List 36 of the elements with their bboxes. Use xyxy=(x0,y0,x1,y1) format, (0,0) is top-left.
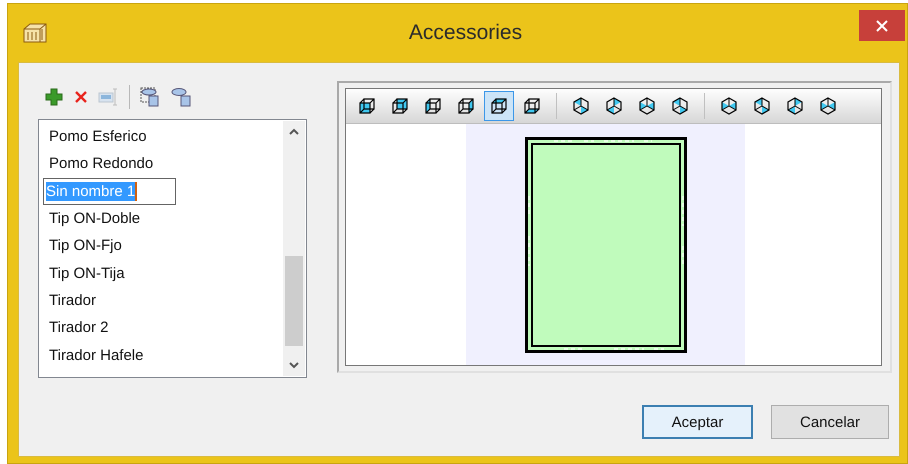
list-item[interactable]: Pomo Esferico xyxy=(43,123,306,150)
dialog-button[interactable]: Cancelar xyxy=(771,405,889,439)
close-button[interactable] xyxy=(859,10,905,41)
list-item[interactable]: Tirador 2 xyxy=(43,314,306,342)
list-item[interactable]: Tip ON-Tija xyxy=(43,259,306,287)
cube-icon xyxy=(489,96,509,116)
cube-view-icon xyxy=(637,96,657,116)
cube-view-icon xyxy=(719,96,739,116)
list-item[interactable]: Tip ON-Fjo xyxy=(43,232,306,260)
delete-icon[interactable] xyxy=(73,88,89,104)
cube-view-icon xyxy=(571,96,591,116)
add-icon[interactable] xyxy=(44,86,64,106)
cube-icon xyxy=(522,96,542,116)
cube-icon xyxy=(456,96,476,116)
cube-icon xyxy=(423,96,443,116)
scroll-down-icon[interactable] xyxy=(288,360,300,370)
window-title: Accessories xyxy=(408,21,524,45)
cube-icon xyxy=(390,96,410,116)
cube-view-icon xyxy=(604,96,624,116)
copy-icon[interactable] xyxy=(139,86,161,108)
cube-view-icon xyxy=(670,96,690,116)
cube-view-icon xyxy=(785,96,805,116)
list-item[interactable]: Tirador Hafele xyxy=(43,341,306,369)
list-item[interactable]: Tirador xyxy=(43,286,306,314)
list-item[interactable]: Tip ON-Doble xyxy=(43,204,306,232)
cube-view-icon xyxy=(818,96,838,116)
cube-view-icon xyxy=(752,96,772,116)
scrollbar[interactable] xyxy=(283,121,305,376)
list-item[interactable]: Pomo Redondo xyxy=(43,150,306,178)
cube-icon xyxy=(357,96,377,116)
scroll-thumb[interactable] xyxy=(285,256,303,346)
dialog-button[interactable]: Aceptar xyxy=(642,405,753,439)
view-button[interactable] xyxy=(484,91,514,121)
scroll-up-icon[interactable] xyxy=(288,127,300,137)
close-icon xyxy=(876,20,888,32)
app-icon xyxy=(22,21,48,45)
